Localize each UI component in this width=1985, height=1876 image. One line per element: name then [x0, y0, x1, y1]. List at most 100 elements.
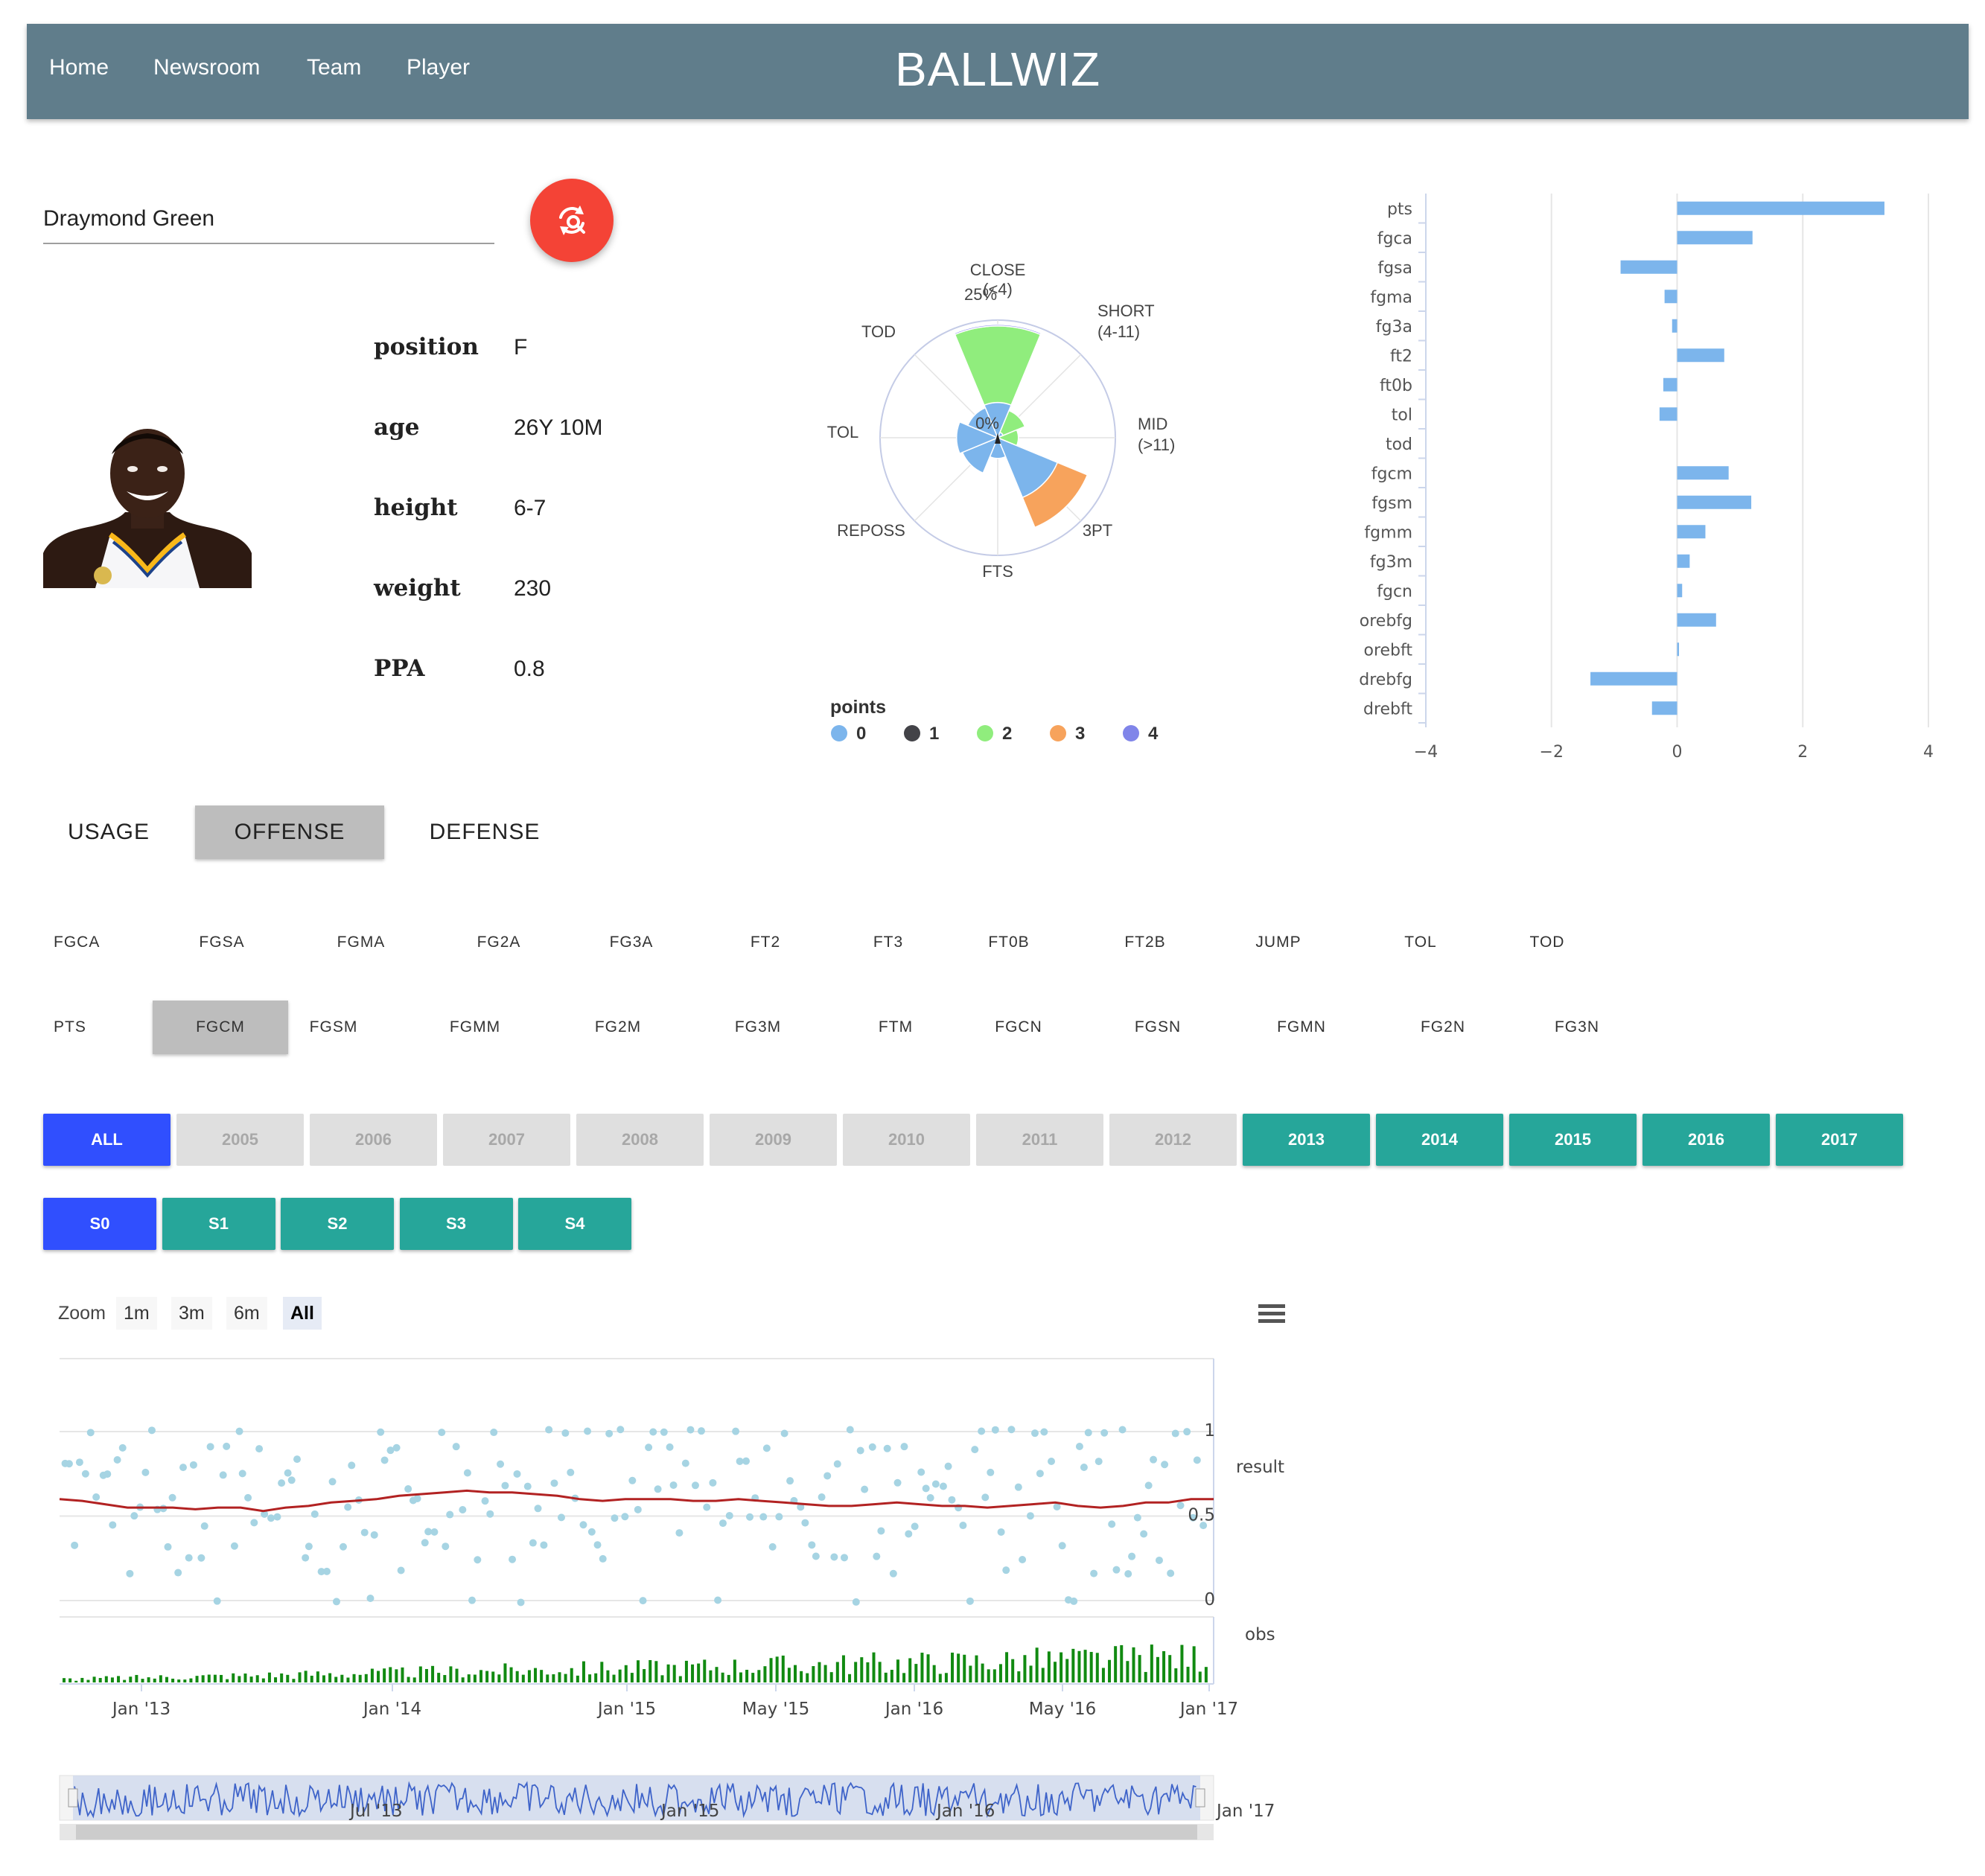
ts-result-point[interactable]	[392, 1443, 401, 1452]
ts-obs-bar[interactable]	[763, 1666, 767, 1682]
ts-result-point[interactable]	[404, 1485, 412, 1493]
ts-result-point[interactable]	[1019, 1555, 1027, 1563]
ts-obs-bar[interactable]	[183, 1679, 187, 1682]
ts-result-point[interactable]	[1080, 1464, 1088, 1472]
ts-obs-bar[interactable]	[932, 1665, 936, 1682]
year-button-2013[interactable]: 2013	[1243, 1114, 1370, 1166]
ts-obs-bar[interactable]	[963, 1654, 966, 1682]
season-button-s0[interactable]: S0	[43, 1198, 156, 1250]
stat-chip-fgca[interactable]: FGCA	[54, 916, 131, 969]
ts-result-point[interactable]	[75, 1458, 83, 1467]
ts-obs-bar[interactable]	[1162, 1650, 1166, 1682]
ts-result-point[interactable]	[1155, 1556, 1163, 1564]
ts-obs-bar[interactable]	[232, 1673, 235, 1682]
stat-chip-fgcn[interactable]: FGCN	[959, 1001, 1078, 1054]
ts-obs-bar[interactable]	[104, 1676, 108, 1682]
ts-result-point[interactable]	[840, 1554, 848, 1562]
ts-obs-bar[interactable]	[794, 1665, 797, 1682]
ts-obs-bar[interactable]	[902, 1673, 906, 1682]
ts-result-point[interactable]	[709, 1478, 717, 1487]
ts-result-point[interactable]	[714, 1596, 722, 1604]
ts-result-point[interactable]	[344, 1503, 352, 1511]
bar[interactable]	[1664, 290, 1677, 304]
year-button-2006[interactable]: 2006	[310, 1114, 437, 1166]
ts-obs-bar[interactable]	[473, 1674, 477, 1682]
ts-obs-bar[interactable]	[328, 1673, 332, 1682]
tab-usage[interactable]: USAGE	[54, 805, 164, 859]
ts-result-point[interactable]	[273, 1513, 281, 1521]
stat-chip-fgmm[interactable]: FGMM	[415, 1001, 535, 1054]
year-button-2015[interactable]: 2015	[1509, 1114, 1637, 1166]
ts-obs-bar[interactable]	[1144, 1671, 1147, 1682]
navigator-scrollbar-thumb[interactable]	[76, 1825, 1197, 1840]
ts-obs-bar[interactable]	[261, 1678, 265, 1682]
polar-sector[interactable]	[954, 325, 1042, 406]
ts-obs-bar[interactable]	[691, 1664, 695, 1682]
bar[interactable]	[1677, 525, 1706, 539]
ts-result-point[interactable]	[230, 1542, 238, 1550]
ts-obs-bar[interactable]	[721, 1672, 724, 1682]
ts-obs-bar[interactable]	[672, 1665, 676, 1682]
ts-result-point[interactable]	[786, 1477, 794, 1485]
ts-result-point[interactable]	[255, 1445, 264, 1453]
ts-obs-bar[interactable]	[600, 1662, 604, 1682]
stat-chip-fgsa[interactable]: FGSA	[170, 916, 274, 969]
ts-obs-bar[interactable]	[292, 1679, 296, 1682]
ts-result-point[interactable]	[948, 1496, 956, 1504]
ts-result-point[interactable]	[1030, 1429, 1039, 1438]
ts-result-point[interactable]	[438, 1429, 446, 1437]
zoom-6m-button[interactable]: 6m	[226, 1297, 267, 1330]
ts-obs-bar[interactable]	[781, 1655, 785, 1682]
ts-obs-bar[interactable]	[383, 1668, 386, 1682]
ts-obs-bar[interactable]	[1095, 1653, 1099, 1682]
ts-obs-bar[interactable]	[1077, 1650, 1081, 1682]
ts-obs-bar[interactable]	[1005, 1652, 1009, 1682]
legend-item-4[interactable]: 4	[1123, 724, 1158, 744]
ts-result-point[interactable]	[889, 1569, 897, 1577]
bar[interactable]	[1677, 584, 1683, 598]
year-button-2016[interactable]: 2016	[1643, 1114, 1770, 1166]
ts-obs-bar[interactable]	[455, 1668, 459, 1682]
ts-result-point[interactable]	[1144, 1481, 1153, 1490]
ts-obs-bar[interactable]	[226, 1679, 229, 1682]
ts-obs-bar[interactable]	[1180, 1644, 1184, 1682]
ts-result-point[interactable]	[1176, 1502, 1185, 1510]
zoom-1m-button[interactable]: 1m	[116, 1297, 157, 1330]
ts-obs-bar[interactable]	[86, 1679, 90, 1682]
year-button-2014[interactable]: 2014	[1376, 1114, 1503, 1166]
ts-obs-bar[interactable]	[1204, 1667, 1208, 1682]
ts-result-point[interactable]	[759, 1513, 768, 1521]
ts-result-point[interactable]	[293, 1455, 301, 1464]
ts-result-point[interactable]	[103, 1470, 112, 1478]
ts-obs-bar[interactable]	[860, 1657, 864, 1682]
ts-result-point[interactable]	[1084, 1429, 1092, 1437]
ts-obs-bar[interactable]	[1138, 1655, 1141, 1682]
ts-obs-bar[interactable]	[129, 1676, 133, 1682]
year-button-2005[interactable]: 2005	[176, 1114, 304, 1166]
ts-obs-bar[interactable]	[570, 1668, 573, 1682]
ts-obs-bar[interactable]	[914, 1664, 918, 1682]
ts-obs-bar[interactable]	[63, 1678, 66, 1682]
ts-result-point[interactable]	[1036, 1470, 1044, 1478]
ts-obs-bar[interactable]	[255, 1675, 259, 1682]
ts-obs-bar[interactable]	[751, 1673, 755, 1682]
ts-result-point[interactable]	[213, 1597, 221, 1605]
ts-obs-bar[interactable]	[582, 1661, 585, 1682]
ts-obs-bar[interactable]	[431, 1665, 435, 1682]
ts-obs-bar[interactable]	[515, 1671, 519, 1682]
ts-result-point[interactable]	[616, 1426, 625, 1434]
ts-result-point[interactable]	[703, 1503, 711, 1511]
ts-obs-bar[interactable]	[461, 1677, 465, 1682]
chart-menu-icon[interactable]	[1258, 1303, 1287, 1325]
bar[interactable]	[1672, 319, 1677, 333]
ts-obs-bar[interactable]	[666, 1664, 670, 1682]
ts-result-point[interactable]	[911, 1522, 919, 1531]
bar[interactable]	[1677, 348, 1724, 363]
ts-obs-bar[interactable]	[74, 1680, 78, 1682]
ts-obs-bar[interactable]	[340, 1674, 344, 1682]
ts-result-point[interactable]	[1026, 1512, 1034, 1520]
ts-result-point[interactable]	[267, 1514, 275, 1522]
ts-result-point[interactable]	[523, 1482, 532, 1490]
ts-obs-bar[interactable]	[872, 1652, 876, 1682]
ts-result-point[interactable]	[1150, 1455, 1158, 1464]
